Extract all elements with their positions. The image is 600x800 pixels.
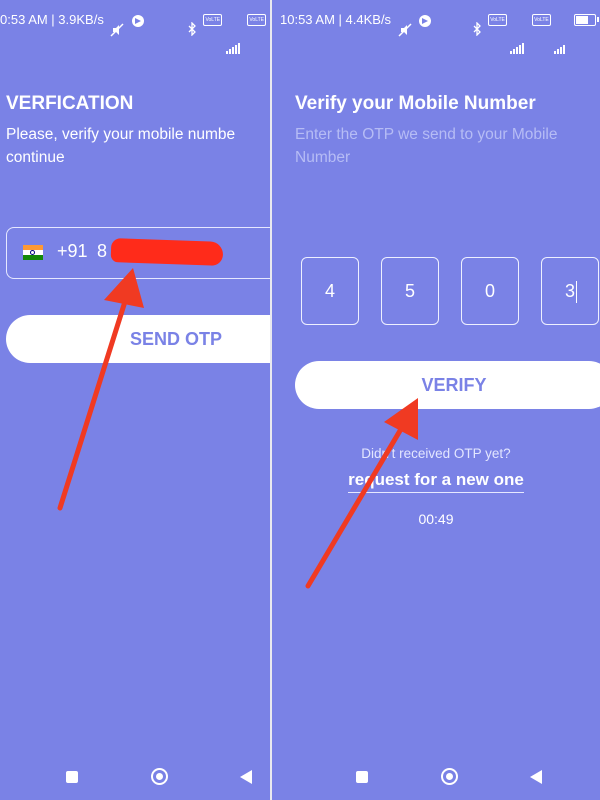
recent-apps-button[interactable] [66, 771, 78, 783]
home-button[interactable] [151, 768, 168, 785]
country-code: +91 [57, 241, 88, 261]
signal-icon [225, 14, 241, 54]
status-bar: 0:53 AM | 3.9KB/s VoLTE VoLTE [0, 0, 270, 54]
signal-icon-2 [554, 14, 566, 54]
screenshot-comparison: 0:53 AM | 3.9KB/s VoLTE VoLTE VERFICATIO… [0, 0, 600, 800]
resend-question: Didn't received OTP yet? [361, 446, 511, 461]
otp-digit-4[interactable]: 3 [541, 257, 599, 325]
page-title: Verify your Mobile Number [295, 93, 536, 114]
verify-button[interactable]: VERIFY [295, 361, 600, 409]
mute-icon [110, 13, 124, 53]
page-subtitle: Enter the OTP we send to your Mobile Num… [295, 126, 558, 166]
text-cursor [576, 281, 577, 303]
phone-number-input[interactable]: +91 8 [6, 227, 270, 279]
telegram-icon [132, 14, 145, 27]
page-subtitle: Please, verify your mobile numbe continu… [6, 126, 236, 166]
back-button[interactable] [530, 770, 542, 784]
signal-icon [510, 14, 525, 54]
android-nav-bar [0, 760, 270, 796]
otp-digit-1[interactable]: 4 [301, 257, 359, 325]
volte-badge-2: VoLTE [247, 14, 266, 26]
status-time: 0:53 AM | 3.9KB/s [0, 0, 145, 53]
page-title: VERFICATION [6, 93, 134, 114]
send-otp-button[interactable]: SEND OTP [6, 315, 270, 363]
recent-apps-button[interactable] [356, 771, 368, 783]
status-icons: VoLTE VoLTE [469, 12, 599, 54]
redaction-mark [110, 238, 224, 266]
india-flag-icon [23, 245, 43, 260]
status-bar: 10:53 AM | 4.4KB/s VoLTE VoLTE [272, 0, 600, 54]
resend-timer: 00:49 [418, 511, 454, 527]
status-icons: VoLTE VoLTE [184, 12, 266, 54]
telegram-icon [419, 14, 432, 27]
request-new-otp-link[interactable]: request for a new one [272, 470, 600, 493]
phone-number-value: 8 [97, 241, 108, 261]
bluetooth-icon [472, 12, 482, 52]
android-nav-bar [272, 760, 600, 796]
volte-badge-2: VoLTE [532, 14, 551, 26]
status-time: 10:53 AM | 4.4KB/s [280, 0, 432, 53]
home-button[interactable] [441, 768, 458, 785]
mute-icon [398, 13, 412, 53]
verification-screen: 0:53 AM | 3.9KB/s VoLTE VoLTE VERFICATIO… [0, 0, 270, 800]
battery-icon [574, 14, 599, 26]
otp-digit-2[interactable]: 5 [381, 257, 439, 325]
back-button[interactable] [240, 770, 252, 784]
volte-badge: VoLTE [488, 14, 507, 26]
otp-screen: 10:53 AM | 4.4KB/s VoLTE VoLTE Verify yo… [272, 0, 600, 800]
bluetooth-icon [187, 12, 197, 52]
otp-digit-3[interactable]: 0 [461, 257, 519, 325]
volte-badge: VoLTE [203, 14, 223, 26]
